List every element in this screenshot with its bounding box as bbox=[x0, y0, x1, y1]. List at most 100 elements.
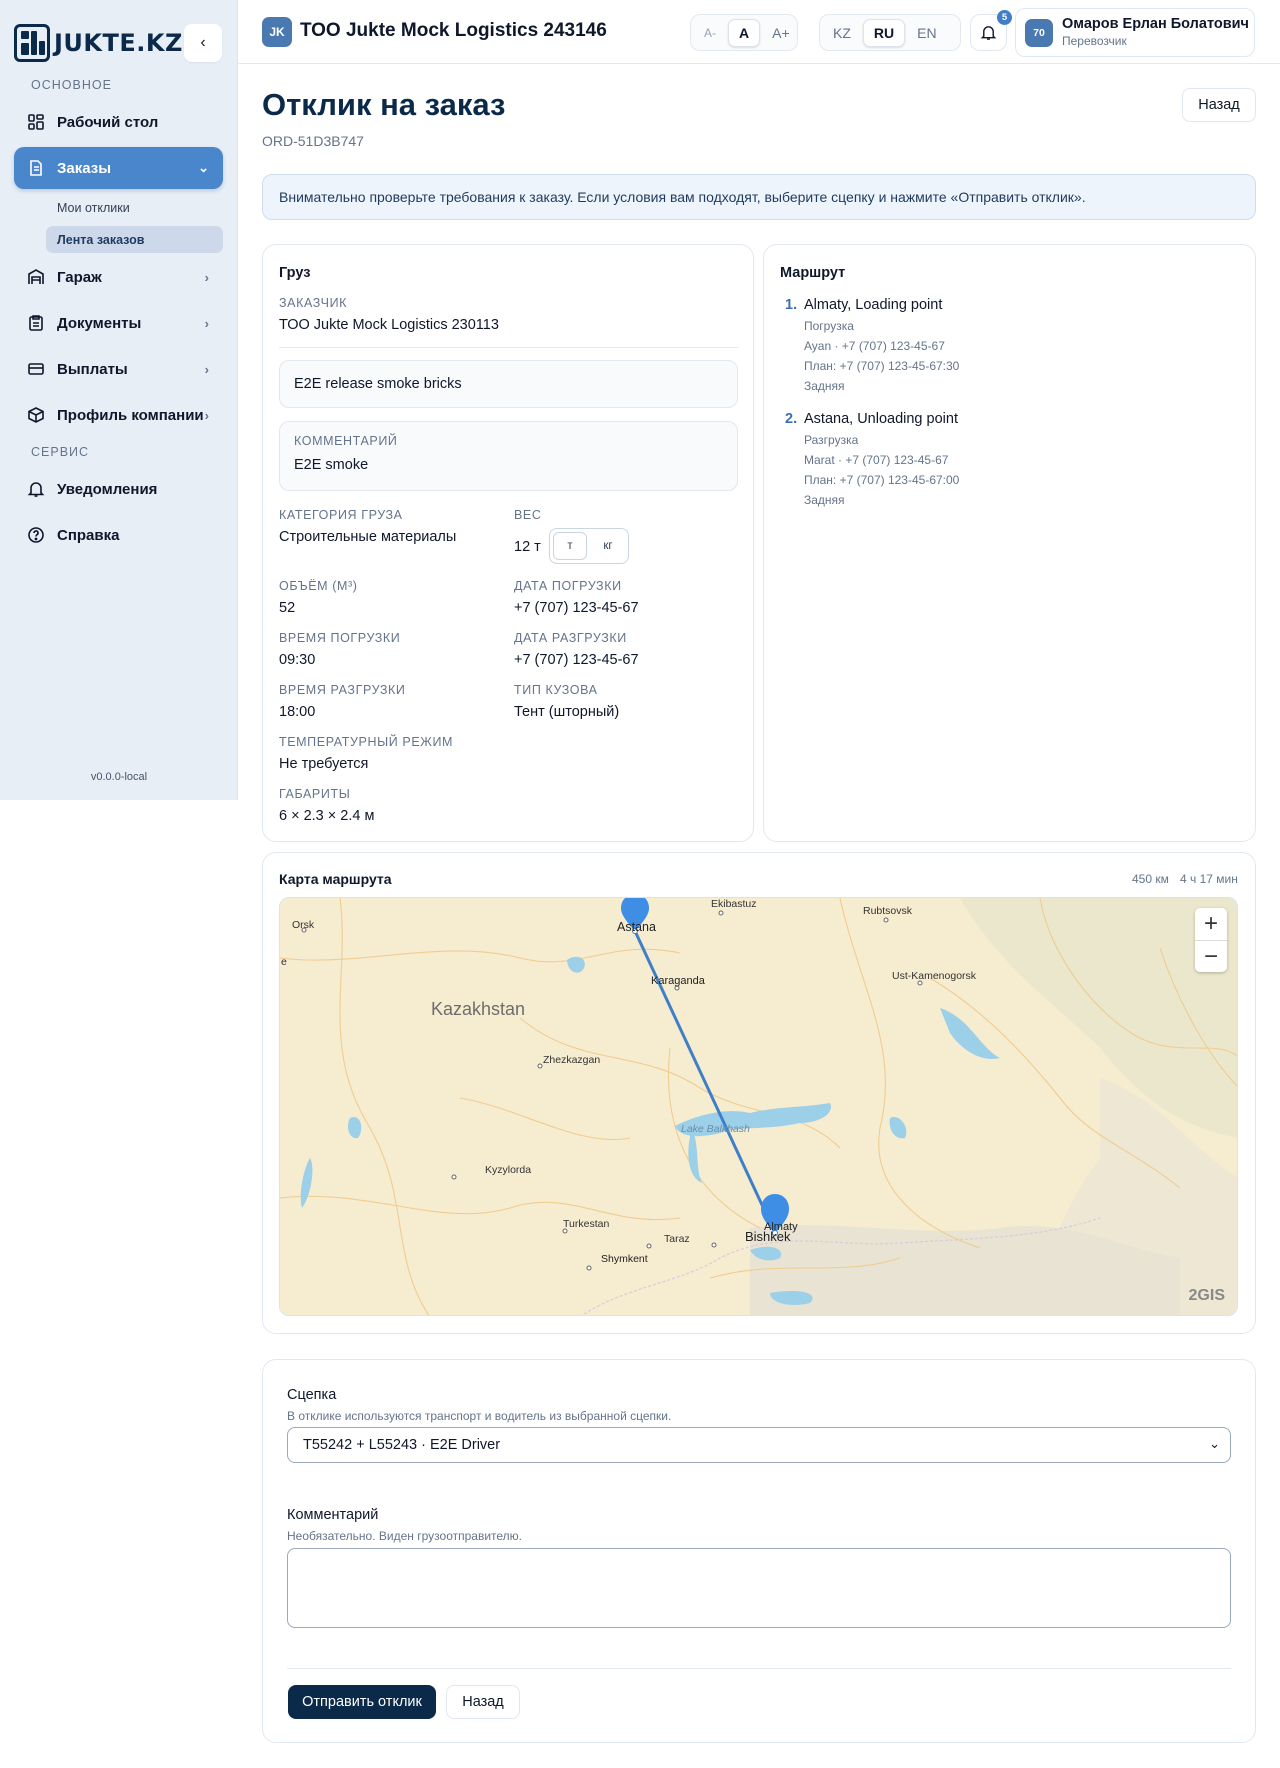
sidebar-item-label: Документы bbox=[57, 314, 142, 332]
user-name: Омаров Ерлан Болатович bbox=[1062, 16, 1249, 32]
company-badge: JK bbox=[262, 17, 292, 47]
document-icon bbox=[30, 160, 42, 176]
comment-label: Комментарий bbox=[287, 1507, 379, 1523]
map-label-shymkent: Shymkent bbox=[601, 1253, 648, 1265]
sidebar: JUKTE.KZ ‹ ОСНОВНОЕ Рабочий стол Заказы … bbox=[0, 0, 238, 800]
unit-t-button[interactable]: т bbox=[553, 532, 587, 560]
route-point-contact: Ayan · +7 (707) 123-45-67 bbox=[804, 339, 945, 353]
map-label-kazakhstan: Kazakhstan bbox=[431, 999, 526, 1019]
zoom-out-button[interactable]: − bbox=[1195, 940, 1227, 972]
route-point-plan: План: +7 (707) 123-45-67:00 bbox=[804, 473, 960, 487]
route-point-name: Almaty, Loading point bbox=[804, 297, 943, 313]
sidebar-item-company-profile[interactable]: Профиль компании › bbox=[14, 394, 223, 436]
sidebar-subitem-label: Мои отклики bbox=[57, 200, 130, 215]
sidebar-subitem-my-responses[interactable]: Мои отклики bbox=[46, 194, 223, 221]
customer-value: ТОО Jukte Mock Logistics 230113 bbox=[279, 317, 499, 333]
weight-unit-toggle: т кг bbox=[549, 528, 629, 564]
category-value: Строительные материалы bbox=[279, 529, 457, 545]
route-point-loading: Задняя bbox=[804, 493, 845, 507]
sidebar-item-label: Уведомления bbox=[57, 480, 158, 498]
load-time-label: ВРЕМЯ ПОГРУЗКИ bbox=[279, 631, 401, 645]
map-label-astana: Astana bbox=[617, 920, 656, 934]
user-menu[interactable]: 70 Омаров Ерлан Болатович Перевозчик bbox=[1015, 8, 1255, 57]
route-point-name: Astana, Unloading point bbox=[804, 411, 958, 427]
route-point-type: Разгрузка bbox=[804, 433, 859, 447]
temperature-value: Не требуется bbox=[279, 756, 369, 772]
back-button-bottom[interactable]: Назад bbox=[446, 1685, 520, 1719]
map-attribution[interactable]: 2GIS bbox=[1189, 1287, 1225, 1305]
minus-icon: − bbox=[1203, 942, 1218, 970]
plus-icon: + bbox=[1203, 910, 1218, 937]
map-zoom-controls: + − bbox=[1195, 908, 1227, 972]
notifications-button[interactable]: 5 bbox=[970, 10, 1012, 51]
sidebar-item-label: Справка bbox=[57, 526, 120, 544]
load-time-value: 09:30 bbox=[279, 652, 316, 668]
map-label-taraz: Taraz bbox=[664, 1233, 690, 1245]
load-date-label: ДАТА ПОГРУЗКИ bbox=[514, 579, 622, 593]
submit-response-button[interactable]: Отправить отклик bbox=[288, 1685, 436, 1719]
route-point-contact: Marat · +7 (707) 123-45-67 bbox=[804, 453, 949, 467]
volume-value: 52 bbox=[279, 600, 296, 616]
page-title: Отклик на заказ bbox=[262, 87, 506, 122]
map-label-lake-balkhash: Lake Balkhash bbox=[681, 1123, 750, 1135]
dashboard-icon bbox=[28, 114, 44, 130]
sidebar-item-dashboard[interactable]: Рабочий стол bbox=[14, 101, 223, 143]
language-ru-button[interactable]: RU bbox=[862, 18, 906, 47]
chevron-down-icon: ⌄ bbox=[198, 160, 209, 175]
top-bar: JK ТОО Jukte Mock Logistics 243146 A- A … bbox=[238, 0, 1280, 64]
route-duration: 4 ч 17 мин bbox=[1180, 872, 1238, 886]
route-distance: 450 км bbox=[1132, 872, 1169, 886]
dimensions-value: 6 × 2.3 × 2.4 м bbox=[279, 808, 375, 824]
logo-mark-icon bbox=[14, 24, 50, 62]
language-en-button[interactable]: EN bbox=[907, 19, 946, 47]
category-label: КАТЕГОРИЯ ГРУЗА bbox=[279, 508, 403, 522]
font-size-increase-button[interactable]: A+ bbox=[762, 19, 800, 47]
sidebar-item-payouts[interactable]: Выплаты › bbox=[14, 348, 223, 390]
zoom-in-button[interactable]: + bbox=[1195, 908, 1227, 940]
route-point-type: Погрузка bbox=[804, 319, 854, 333]
map-label-orsk: Orsk bbox=[292, 919, 315, 931]
card-icon bbox=[28, 363, 44, 375]
brand-logo[interactable]: JUKTE.KZ bbox=[14, 24, 183, 62]
section-label-service: СЕРВИС bbox=[31, 445, 90, 459]
bell-icon bbox=[27, 482, 45, 497]
cargo-description-box: E2E release smoke bricks bbox=[279, 360, 738, 408]
unit-kg-button[interactable]: кг bbox=[591, 532, 625, 560]
chevron-right-icon: › bbox=[204, 269, 209, 285]
language-switch: KZ RU EN bbox=[819, 14, 961, 51]
temperature-label: ТЕМПЕРАТУРНЫЙ РЕЖИМ bbox=[279, 735, 454, 749]
help-icon bbox=[28, 527, 44, 543]
weight-label: ВЕС bbox=[514, 508, 542, 522]
hitch-select[interactable]: T55242 + L55243 · E2E Driver ⌄ bbox=[287, 1427, 1231, 1463]
order-id: ORD-51D3B747 bbox=[262, 133, 364, 149]
back-button-top[interactable]: Назад bbox=[1182, 88, 1256, 122]
map-label-turkestan: Turkestan bbox=[563, 1218, 610, 1230]
chevron-right-icon: › bbox=[204, 407, 209, 423]
app-version: v0.0.0-local bbox=[90, 771, 148, 783]
body-type-label: ТИП КУЗОВА bbox=[514, 683, 598, 697]
map-label-rubtsovsk: Rubtsovsk bbox=[863, 905, 913, 917]
map-label-kyzylorda: Kyzylorda bbox=[485, 1164, 532, 1176]
sidebar-collapse-button[interactable]: ‹ bbox=[184, 24, 222, 62]
brand-name: JUKTE.KZ bbox=[54, 29, 183, 57]
sidebar-item-orders[interactable]: Заказы ⌄ bbox=[14, 147, 223, 189]
divider bbox=[287, 1668, 1231, 1669]
company-name[interactable]: ТОО Jukte Mock Logistics 243146 bbox=[300, 20, 607, 42]
font-size-default-button[interactable]: A bbox=[728, 18, 761, 47]
chevron-right-icon: › bbox=[204, 361, 209, 377]
sidebar-item-label: Выплаты bbox=[57, 360, 128, 378]
sidebar-item-documents[interactable]: Документы › bbox=[14, 302, 223, 344]
route-map[interactable]: Orsk Astana Ekibastuz Rubtsovsk Karagand… bbox=[279, 897, 1238, 1316]
comment-textarea[interactable] bbox=[287, 1548, 1231, 1628]
map-label-almaty: Almaty bbox=[764, 1221, 798, 1233]
sidebar-item-help[interactable]: Справка bbox=[14, 514, 223, 556]
sidebar-subitem-order-feed[interactable]: Лента заказов bbox=[46, 226, 223, 253]
sidebar-item-garage[interactable]: Гараж › bbox=[14, 256, 223, 298]
font-size-decrease-button[interactable]: A- bbox=[694, 19, 726, 47]
language-kz-button[interactable]: KZ bbox=[823, 19, 861, 47]
body-type-value: Тент (шторный) bbox=[514, 704, 620, 720]
unload-time-label: ВРЕМЯ РАЗГРУЗКИ bbox=[279, 683, 406, 697]
sidebar-item-notifications[interactable]: Уведомления bbox=[14, 468, 223, 510]
cargo-card: Груз ЗАКАЗЧИК ТОО Jukte Mock Logistics 2… bbox=[262, 244, 754, 842]
info-alert: Внимательно проверьте требования к заказ… bbox=[262, 174, 1256, 220]
